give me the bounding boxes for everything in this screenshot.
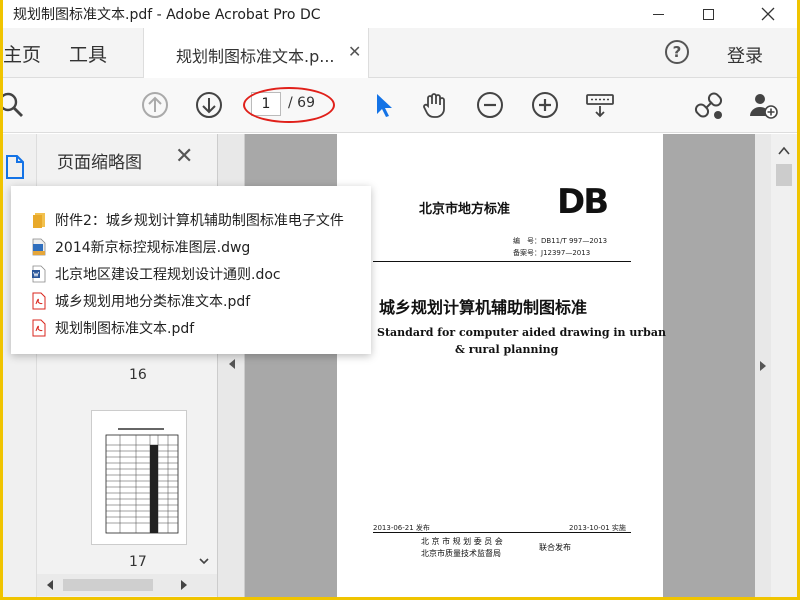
right-gutter [755, 134, 771, 597]
pdf-page: 北京市地方标准 DB 编 号：DB11/T 997—2013 备案号：J1239… [337, 134, 666, 597]
pdf-file-icon [32, 319, 46, 337]
thumbnail-horizontal-scrollbar[interactable] [37, 574, 217, 596]
vertical-scrollbar[interactable] [771, 134, 797, 597]
expand-right-panel-icon[interactable] [758, 360, 768, 372]
recent-file-name: 2014新京标控规标准图层.dwg [55, 240, 251, 256]
toolbar: 1 / 69 [3, 78, 797, 133]
page-thumbnails-icon[interactable] [5, 154, 25, 180]
scroll-right-icon[interactable] [179, 579, 189, 591]
vertical-scroll-thumb[interactable] [776, 164, 792, 186]
link-share-icon[interactable] [693, 89, 725, 121]
previous-page-icon[interactable] [139, 89, 171, 121]
maximize-icon [702, 8, 714, 20]
pdf-publisher-1: 北 京 市 规 划 委 员 会 [421, 537, 503, 546]
pdf-joint-release: 联合发布 [539, 543, 571, 552]
folder-icon [33, 213, 45, 228]
add-user-icon[interactable] [747, 89, 779, 121]
recent-file-item[interactable]: 规划制图标准文本.pdf [31, 316, 194, 340]
pdf-record-line: 备案号：J12397—2013 [513, 249, 591, 257]
recent-file-item[interactable]: 附件2：城乡规划计算机辅助制图标准电子文件 [31, 208, 344, 232]
thumbnail-scroll-down-icon[interactable] [197, 554, 211, 568]
recent-files-popup: 附件2：城乡规划计算机辅助制图标准电子文件 2014新京标控规标准图层.dwg … [11, 186, 371, 354]
recent-file-name: 北京地区建设工程规划设计通则.doc [55, 267, 281, 283]
scroll-left-icon[interactable] [45, 579, 55, 591]
zoom-out-icon[interactable] [474, 89, 506, 121]
zoom-in-icon[interactable] [529, 89, 561, 121]
thumbnail-table-preview [105, 428, 179, 534]
window-title: 规划制图标准文本.pdf - Adobe Acrobat Pro DC [13, 7, 321, 23]
pdf-publishers: 北 京 市 规 划 委 员 会 北京市质量技术监督局 [421, 536, 503, 560]
pdf-org-name: 北京市地方标准 [419, 202, 511, 217]
thumbnail-page-number: 16 [129, 367, 147, 383]
help-icon[interactable]: ? [665, 40, 689, 64]
tab-bar: 主页 工具 规划制图标准文本.p... ✕ ? 登录 [3, 28, 797, 78]
recent-file-name: 规划制图标准文本.pdf [55, 321, 195, 337]
next-page-icon[interactable] [193, 89, 225, 121]
acrobat-window: 规划制图标准文本.pdf - Adobe Acrobat Pro DC 主页 工… [3, 0, 797, 597]
close-tab-icon[interactable]: ✕ [348, 42, 361, 61]
pdf-title-cn: 城乡规划计算机辅助制图标准 [379, 298, 588, 317]
minimize-button[interactable] [635, 0, 681, 28]
annotation-ellipse [243, 87, 335, 123]
horizontal-scroll-thumb[interactable] [63, 579, 153, 591]
dwg-file-icon [32, 238, 46, 256]
close-panel-icon[interactable]: ✕ [175, 144, 193, 169]
pdf-divider [373, 532, 631, 533]
recent-file-item[interactable]: 北京地区建设工程规划设计通则.doc [31, 262, 281, 286]
minimize-icon [652, 13, 664, 15]
select-cursor-icon[interactable] [367, 89, 399, 121]
tab-document[interactable]: 规划制图标准文本.p... ✕ [143, 28, 369, 78]
collapse-panel-icon[interactable] [227, 358, 237, 370]
close-icon [761, 7, 775, 21]
thumbnail-panel-title: 页面缩略图 [57, 153, 142, 173]
title-bar: 规划制图标准文本.pdf - Adobe Acrobat Pro DC [3, 0, 797, 28]
word-file-icon [32, 265, 46, 283]
recent-file-item[interactable]: 城乡规划用地分类标准文本.pdf [31, 289, 250, 313]
keyboard-tool-icon[interactable] [584, 89, 616, 121]
scroll-up-icon[interactable] [778, 146, 790, 156]
hand-tool-icon[interactable] [419, 89, 451, 121]
maximize-button[interactable] [685, 0, 731, 28]
login-button[interactable]: 登录 [727, 42, 763, 68]
document-tab-label: 规划制图标准文本.p... [176, 47, 335, 66]
search-icon[interactable] [3, 89, 27, 121]
db-logo: DB [557, 182, 609, 222]
thumbnail-page-number: 17 [129, 554, 147, 570]
pdf-divider [373, 261, 631, 262]
pdf-title-en-line1: Standard for computer aided drawing in u… [377, 326, 666, 339]
pdf-publisher-2: 北京市质量技术监督局 [421, 549, 501, 558]
recent-file-name: 城乡规划用地分类标准文本.pdf [55, 294, 251, 310]
thumbnail-page-17[interactable] [91, 410, 187, 545]
pdf-file-icon [32, 292, 46, 310]
pdf-title-en-line2: & rural planning [455, 343, 559, 356]
tab-home[interactable]: 主页 [3, 40, 41, 67]
recent-file-item[interactable]: 2014新京标控规标准图层.dwg [31, 235, 250, 259]
close-window-button[interactable] [745, 0, 791, 28]
pdf-code-line: 编 号：DB11/T 997—2013 [513, 237, 608, 245]
tab-tools[interactable]: 工具 [69, 40, 107, 67]
recent-file-name: 附件2：城乡规划计算机辅助制图标准电子文件 [55, 213, 344, 229]
